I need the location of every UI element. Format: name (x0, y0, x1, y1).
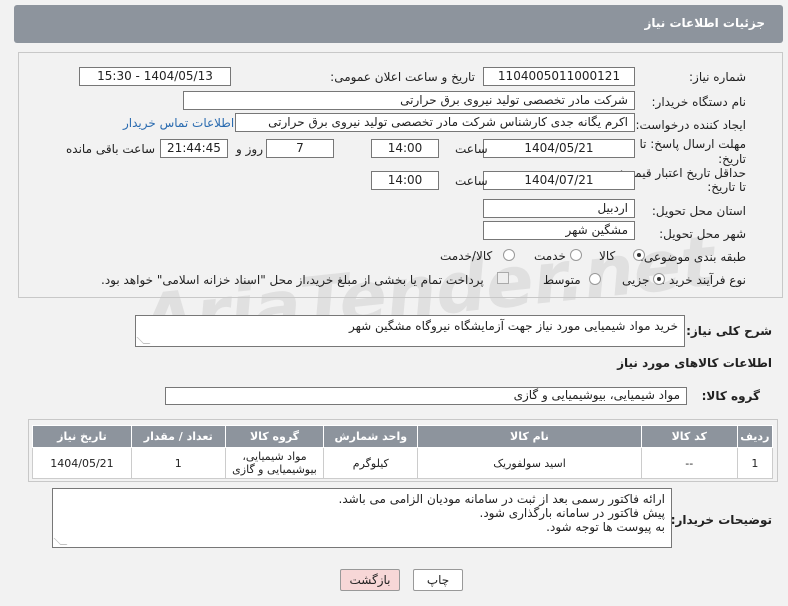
category-service-radio[interactable] (570, 249, 582, 261)
buyer-notes-line-3: به پیوست ها توجه شود. (546, 520, 665, 534)
col-qty: تعداد / مقدار (130, 425, 226, 448)
category-service-label: خدمت (534, 249, 566, 263)
deadline-date-field: 1404/05/21 (483, 139, 635, 158)
city-field: مشگین شهر (483, 221, 635, 240)
print-button[interactable]: چاپ (413, 569, 463, 591)
general-desc-textarea[interactable]: خرید مواد شیمیایی مورد نیاز جهت آزمایشگا… (135, 315, 685, 347)
remaining-time-field: 21:44:45 (160, 139, 228, 158)
payment-checkbox[interactable] (497, 272, 509, 284)
buyer-org-field: شرکت مادر تخصصی تولید نیروی برق حرارتی (183, 91, 635, 110)
announce-field: 1404/05/13 - 15:30 (79, 67, 231, 86)
col-unit: واحد شمارش (323, 425, 419, 448)
col-code: کد کالا (640, 425, 738, 448)
buyer-notes-textarea[interactable]: ارائه فاکتور رسمی بعد از ثبت در سامانه م… (52, 488, 672, 548)
col-date: تاریخ نیاز (32, 425, 132, 448)
process-medium-label: متوسط (543, 273, 581, 287)
process-partial-label: جزیی (622, 273, 650, 287)
buyer-notes-label: توضیحات خریدار: (670, 513, 772, 527)
cell-name: اسید سولفوریک (417, 447, 642, 479)
province-label: استان محل تحویل: (651, 204, 746, 218)
page-header: جزئیات اطلاعات نیاز (14, 5, 783, 43)
cell-group: مواد شیمیایی، بیوشیمیایی و گازی (224, 447, 325, 479)
category-both-label: کالا/خدمت (440, 249, 493, 263)
requester-field: اکرم یگانه جدی کارشناس شرکت مادر تخصصی ت… (235, 113, 635, 132)
resize-handle[interactable] (53, 538, 68, 545)
cell-row: 1 (736, 447, 774, 479)
category-goods-radio[interactable] (633, 249, 645, 261)
days-label: روز و (236, 142, 263, 156)
col-row: ردیف (736, 425, 774, 448)
need-number-field: 1104005011000121 (483, 67, 635, 86)
general-desc-text: خرید مواد شیمیایی مورد نیاز جهت آزمایشگا… (348, 319, 678, 333)
cell-unit: کیلوگرم (323, 447, 419, 479)
price-date-field: 1404/07/21 (483, 171, 635, 190)
buyer-notes-line-2: پیش فاکتور در سامانه بارگذاری شود. (479, 506, 666, 520)
buyer-notes-line-1: ارائه فاکتور رسمی بعد از ثبت در سامانه م… (338, 492, 665, 506)
goods-group-label: گروه کالا: (701, 389, 760, 403)
price-validity-label-2: تا تاریخ: (707, 180, 746, 194)
city-label: شهر محل تحویل: (659, 227, 746, 241)
deadline-time-field: 14:00 (371, 139, 439, 158)
col-group: گروه کالا (224, 425, 325, 448)
deadline-time-label: ساعت (455, 142, 488, 156)
province-field: اردبیل (483, 199, 635, 218)
general-desc-label: شرح کلی نیاز: (686, 324, 772, 338)
price-time-field: 14:00 (371, 171, 439, 190)
requester-label: ایجاد کننده درخواست: (635, 118, 746, 132)
payment-note: پرداخت تمام یا بخشی از مبلغ خرید،از محل … (101, 273, 484, 287)
cell-date: 1404/05/21 (32, 447, 132, 479)
buyer-org-label: نام دستگاه خریدار: (651, 95, 747, 109)
process-label: نوع فرآیند خرید : (661, 273, 746, 287)
announce-label: تاریخ و ساعت اعلان عمومی: (330, 70, 475, 84)
process-medium-radio[interactable] (589, 273, 601, 285)
cell-qty: 1 (130, 447, 226, 479)
price-time-label: ساعت (455, 174, 488, 188)
cell-code: -- (640, 447, 738, 479)
table-row: 1 -- اسید سولفوریک کیلوگرم مواد شیمیایی،… (32, 447, 774, 479)
col-name: نام کالا (417, 425, 642, 448)
days-field: 7 (266, 139, 334, 158)
price-validity-label: حداقل تاریخ اعتبار قیمت: (619, 166, 746, 180)
goods-group-field: مواد شیمیایی، بیوشیمیایی و گازی (165, 387, 687, 405)
page-title: جزئیات اطلاعات نیاز (644, 16, 765, 30)
category-both-radio[interactable] (503, 249, 515, 261)
category-label: طبقه بندی موضوعی: (639, 250, 746, 264)
cell-group-line1: مواد شیمیایی، (242, 450, 307, 463)
resize-handle[interactable] (136, 337, 151, 344)
buyer-contact-link[interactable]: اطلاعات تماس خریدار (123, 116, 234, 130)
cell-group-line2: بیوشیمیایی و گازی (232, 463, 317, 476)
process-partial-radio[interactable] (653, 273, 665, 285)
items-table: ردیف کد کالا نام کالا واحد شمارش گروه کا… (32, 425, 774, 479)
category-goods-label: کالا (599, 249, 616, 263)
remaining-label: ساعت باقی مانده (66, 142, 156, 156)
back-button[interactable]: بازگشت (340, 569, 400, 591)
need-number-label: شماره نیاز: (689, 70, 746, 84)
deadline-label-2: تاریخ: (718, 152, 746, 166)
deadline-label: مهلت ارسال پاسخ: تا (639, 137, 746, 151)
goods-section-title: اطلاعات کالاهای مورد نیاز (617, 356, 772, 370)
